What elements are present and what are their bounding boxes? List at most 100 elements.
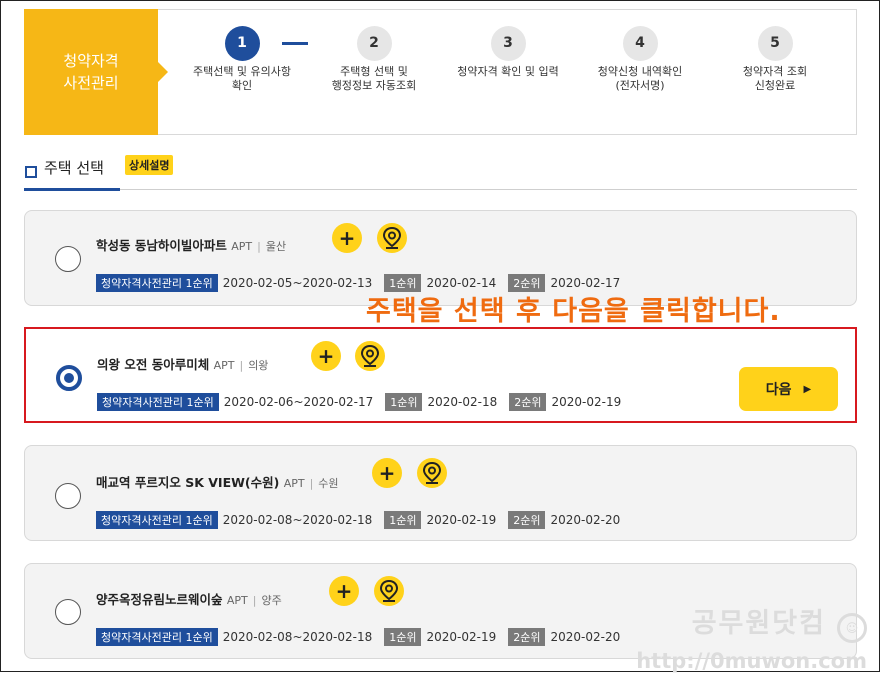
step-label-line1: 주택선택 및 유의사항 xyxy=(192,65,292,78)
application-period: 2020-02-08~2020-02-18 xyxy=(222,513,373,527)
step-number: 5 xyxy=(757,26,793,61)
step-label: 주택선택 및 유의사항 확인 xyxy=(177,65,307,93)
rank1-date: 2020-02-19 xyxy=(426,630,497,644)
rank2-date: 2020-02-20 xyxy=(550,513,621,527)
play-arrow-icon: ▶ xyxy=(803,383,812,395)
plus-icon: + xyxy=(335,579,353,603)
house-region: 수원 xyxy=(318,477,339,490)
map-location-button[interactable] xyxy=(374,576,404,606)
house-name: 학성동 동남하이빌아파트 xyxy=(96,238,227,253)
step-2: 2 주택형 선택 및 행정정보 자동조회 xyxy=(309,26,439,93)
house-type: APT xyxy=(226,594,248,607)
watermark-title: 공무원닷컴 xyxy=(691,608,826,639)
rank2-badge: 2순위 xyxy=(508,628,546,646)
step-label-line2: 행정정보 자동조회 xyxy=(331,79,417,92)
map-location-button[interactable] xyxy=(377,223,407,253)
steps-title-line2: 사전관리 xyxy=(63,74,119,92)
house-name: 매교역 푸르지오 SK VIEW(수원) xyxy=(96,475,280,490)
application-period: 2020-02-05~2020-02-13 xyxy=(222,276,373,290)
house-name: 양주옥정유림노르웨이숲 xyxy=(96,592,223,607)
location-pin-icon xyxy=(382,227,402,249)
plus-icon: + xyxy=(317,344,335,368)
rank2-date: 2020-02-19 xyxy=(551,395,622,409)
watermark-logo-icon: ☺ xyxy=(837,612,867,643)
house-title: 매교역 푸르지오 SK VIEW(수원) APT | 수원 xyxy=(96,472,339,491)
application-period: 2020-02-08~2020-02-18 xyxy=(222,630,373,644)
step-label: 청약신청 내역확인 (전자서명) xyxy=(575,65,705,93)
divider: | xyxy=(257,240,261,253)
house-card[interactable]: 매교역 푸르지오 SK VIEW(수원) APT | 수원 + 청약자격사전관리 1… xyxy=(24,445,857,541)
priority-badge: 청약자격사전관리 1순위 xyxy=(96,274,218,292)
divider: | xyxy=(239,359,244,372)
house-radio[interactable] xyxy=(55,599,81,625)
instruction-annotation: 주택을 선택 후 다음을 클릭합니다. xyxy=(366,296,781,327)
rank1-date: 2020-02-18 xyxy=(427,395,498,409)
house-title: 학성동 동남하이빌아파트 APT | 울산 xyxy=(96,235,286,254)
step-number: 4 xyxy=(622,26,658,61)
step-label: 청약자격 확인 및 입력 xyxy=(443,65,573,79)
rank1-badge: 1순위 xyxy=(384,628,422,646)
next-button[interactable]: 다음 ▶ xyxy=(739,367,838,411)
step-label-line1: 청약자격 조회 xyxy=(742,65,808,78)
house-region: 울산 xyxy=(265,240,287,253)
section-heading: 주택 선택 상세설명 xyxy=(24,153,857,191)
steps-title-line1: 청약자격 xyxy=(63,52,119,70)
priority-badge: 청약자격사전관리 1순위 xyxy=(96,628,218,646)
step-label-line1: 주택형 선택 및 xyxy=(340,65,408,78)
house-schedule: 청약자격사전관리 1순위 2020-02-06~2020-02-17 1순위 2… xyxy=(97,393,621,411)
add-button[interactable]: + xyxy=(329,576,359,606)
house-title: 양주옥정유림노르웨이숲 APT | 양주 xyxy=(96,589,282,608)
add-button[interactable]: + xyxy=(372,458,402,488)
watermark-url: http://0muwon.com xyxy=(636,648,867,673)
watermark: 공무원닷컴 ☺ http://0muwon.com xyxy=(636,601,867,673)
divider: | xyxy=(309,477,314,490)
watermark-title-row: 공무원닷컴 ☺ xyxy=(636,601,867,643)
application-period: 2020-02-06~2020-02-17 xyxy=(223,395,374,409)
plus-icon: + xyxy=(378,461,396,485)
house-type: APT xyxy=(231,240,253,253)
house-card-selected[interactable]: 의왕 오전 동아루미체 APT | 의왕 + 청약자격사전관리 1순위 2020-0… xyxy=(24,327,857,423)
rank1-date: 2020-02-19 xyxy=(426,513,497,527)
rank2-date: 2020-02-20 xyxy=(550,630,621,644)
house-radio[interactable] xyxy=(55,246,81,272)
detail-description-button[interactable]: 상세설명 xyxy=(125,155,174,175)
house-type: APT xyxy=(283,477,305,490)
house-schedule: 청약자격사전관리 1순위 2020-02-08~2020-02-18 1순위 2… xyxy=(96,628,620,646)
rank1-badge: 1순위 xyxy=(384,511,422,529)
house-radio[interactable] xyxy=(56,365,82,391)
plus-icon: + xyxy=(338,226,356,250)
step-number: 3 xyxy=(490,26,526,61)
step-number: 2 xyxy=(356,26,392,61)
step-label-line1: 청약자격 확인 및 입력 xyxy=(457,65,559,78)
step-1: 1 주택선택 및 유의사항 확인 xyxy=(177,26,307,93)
add-button[interactable]: + xyxy=(311,341,341,371)
house-radio[interactable] xyxy=(55,483,81,509)
rank1-date: 2020-02-14 xyxy=(426,276,497,290)
location-pin-icon xyxy=(379,580,399,602)
step-4: 4 청약신청 내역확인 (전자서명) xyxy=(575,26,705,93)
rank2-date: 2020-02-17 xyxy=(550,276,621,290)
application-steps: 청약자격 사전관리 1 주택선택 및 유의사항 확인 2 주택형 선택 및 행정… xyxy=(24,9,857,135)
step-label: 주택형 선택 및 행정정보 자동조회 xyxy=(309,65,439,93)
square-bullet-icon xyxy=(25,166,37,178)
priority-badge: 청약자격사전관리 1순위 xyxy=(96,511,218,529)
step-label-line2: 확인 xyxy=(231,79,253,92)
house-name: 의왕 오전 동아루미체 xyxy=(97,357,210,372)
step-3: 3 청약자격 확인 및 입력 xyxy=(443,26,573,79)
step-label-line1: 청약신청 내역확인 xyxy=(597,65,683,78)
house-schedule: 청약자격사전관리 1순위 2020-02-08~2020-02-18 1순위 2… xyxy=(96,511,620,529)
divider: | xyxy=(252,594,257,607)
house-region: 양주 xyxy=(261,594,282,607)
map-location-button[interactable] xyxy=(355,341,385,371)
map-location-button[interactable] xyxy=(417,458,447,488)
add-button[interactable]: + xyxy=(332,223,362,253)
steps-title: 청약자격 사전관리 xyxy=(24,9,168,135)
step-label-line2: (전자서명) xyxy=(615,79,665,92)
step-label-line2: 신청완료 xyxy=(754,79,796,92)
house-region: 의왕 xyxy=(248,359,269,372)
rank2-badge: 2순위 xyxy=(508,511,546,529)
priority-badge: 청약자격사전관리 1순위 xyxy=(97,393,219,411)
rank2-badge: 2순위 xyxy=(509,393,547,411)
rank1-badge: 1순위 xyxy=(385,393,423,411)
section-title-underline xyxy=(24,188,120,191)
